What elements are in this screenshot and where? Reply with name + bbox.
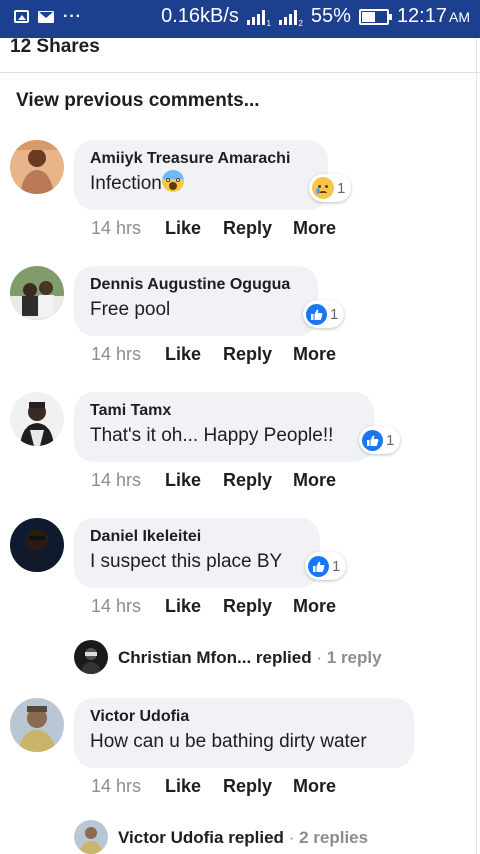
comment-author[interactable]: Dennis Augustine Ogugua: [90, 275, 302, 295]
divider: [0, 72, 480, 73]
comment-actions: 14 hrs Like Reply More: [91, 218, 336, 239]
signal-sim1-icon: 1: [246, 9, 271, 28]
comment-bubble[interactable]: Tami Tamx That's it oh... Happy People!!: [74, 392, 374, 462]
avatar[interactable]: [10, 392, 64, 446]
reply-button[interactable]: Reply: [223, 344, 293, 365]
comment-actions: 14 hrs Like Reply More: [91, 776, 336, 797]
like-reaction-icon: [308, 555, 329, 577]
gallery-notification-icon: [14, 10, 29, 23]
avatar[interactable]: [10, 266, 64, 320]
reply-button[interactable]: Reply: [223, 596, 293, 617]
more-button[interactable]: More: [293, 218, 336, 239]
status-bar: ··· 0.16kB/s 1 2 55% 12:17 AM: [0, 0, 480, 38]
view-previous-comments-link[interactable]: View previous comments...: [16, 90, 260, 112]
signal-sim2-icon: 2: [278, 9, 303, 28]
more-button[interactable]: More: [293, 470, 336, 491]
scroll-edge: [476, 38, 477, 854]
reaction-badge[interactable]: 1: [305, 552, 347, 580]
comment-author[interactable]: Daniel Ikeleitei: [90, 527, 304, 547]
reply-avatar: [74, 820, 108, 854]
reaction-count: 1: [330, 305, 339, 323]
replies-summary-text[interactable]: Christian Mfon... replied · 1 reply: [118, 648, 382, 668]
more-button[interactable]: More: [293, 344, 336, 365]
replies-summary[interactable]: Christian Mfon... replied · 1 reply: [0, 638, 480, 678]
reaction-count: 1: [337, 179, 346, 197]
comment-author[interactable]: Tami Tamx: [90, 401, 358, 421]
comment-bubble[interactable]: Dennis Augustine Ogugua Free pool: [74, 266, 318, 336]
like-button[interactable]: Like: [165, 596, 223, 617]
comment-time: 14 hrs: [91, 776, 142, 796]
clock: 12:17 AM: [396, 5, 470, 27]
comment-text: Infection: [90, 169, 312, 199]
comment-actions: 14 hrs Like Reply More: [91, 344, 336, 365]
reaction-badge[interactable]: 1: [309, 174, 352, 202]
replies-summary-text[interactable]: Victor Udofia replied · 2 replies: [118, 828, 368, 848]
more-button[interactable]: More: [293, 776, 336, 797]
reaction-badge[interactable]: 1: [303, 300, 345, 328]
comment-bubble[interactable]: Amiiyk Treasure Amarachi Infection: [74, 140, 328, 210]
comment-bubble[interactable]: Daniel Ikeleitei I suspect this place BY: [74, 518, 320, 588]
comment-time: 14 hrs: [91, 218, 142, 238]
avatar[interactable]: [10, 698, 64, 752]
avatar[interactable]: [10, 140, 64, 194]
more-notifications-icon: ···: [63, 7, 82, 25]
comment-bubble[interactable]: Victor Udofia How can u be bathing dirty…: [74, 698, 414, 768]
shares-count[interactable]: 12 Shares: [10, 36, 100, 58]
comment-text: I suspect this place BY: [90, 551, 283, 572]
reply-button[interactable]: Reply: [223, 776, 293, 797]
comment-text: Free pool: [90, 299, 171, 320]
scream-emoji-icon: [161, 170, 184, 192]
reply-avatar: [74, 640, 108, 674]
comment-time: 14 hrs: [91, 470, 142, 490]
avatar[interactable]: [10, 518, 64, 572]
reply-button[interactable]: Reply: [223, 218, 293, 239]
like-button[interactable]: Like: [165, 344, 223, 365]
comment-text: How can u be bathing dirty water: [90, 731, 367, 752]
reply-button[interactable]: Reply: [223, 470, 293, 491]
comment-author[interactable]: Amiiyk Treasure Amarachi: [90, 149, 312, 169]
battery-icon: [358, 8, 392, 25]
sad-reaction-icon: [312, 177, 334, 199]
network-speed: 0.16kB/s: [161, 5, 239, 27]
mail-notification-icon: [38, 10, 54, 23]
reaction-badge[interactable]: 1: [359, 426, 401, 454]
like-reaction-icon: [362, 429, 383, 451]
like-button[interactable]: Like: [165, 218, 223, 239]
like-reaction-icon: [306, 303, 327, 325]
comment-time: 14 hrs: [91, 596, 142, 616]
replies-summary[interactable]: Victor Udofia replied · 2 replies: [0, 818, 480, 854]
comment-time: 14 hrs: [91, 344, 142, 364]
comment-text: That's it oh... Happy People!!: [90, 425, 334, 446]
more-button[interactable]: More: [293, 596, 336, 617]
reaction-count: 1: [332, 557, 341, 575]
like-button[interactable]: Like: [165, 776, 223, 797]
comment-author[interactable]: Victor Udofia: [90, 707, 398, 727]
comment-actions: 14 hrs Like Reply More: [91, 596, 336, 617]
battery-percent: 55%: [310, 5, 351, 27]
reaction-count: 1: [386, 431, 395, 449]
like-button[interactable]: Like: [165, 470, 223, 491]
comment-actions: 14 hrs Like Reply More: [91, 470, 336, 491]
